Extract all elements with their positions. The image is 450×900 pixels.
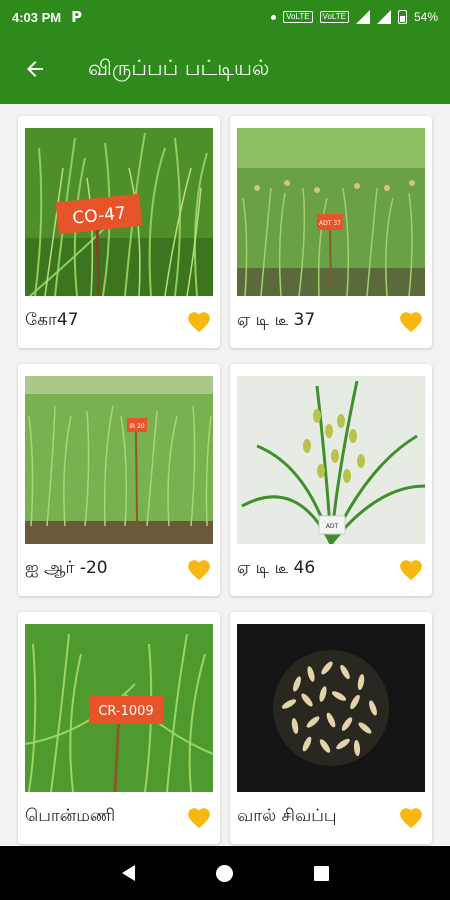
variety-name: ஏ டி டீ 46	[237, 558, 316, 578]
variety-tag-label: IR 20	[129, 423, 145, 430]
variety-name: வால் சிவப்பு	[237, 806, 337, 826]
variety-name: ஏ டி டீ 37	[237, 310, 316, 330]
arrow-left-icon	[27, 61, 43, 77]
paddy-photo: CR-1009	[25, 624, 213, 792]
list-item[interactable]: வால் சிவப்பு	[230, 612, 432, 844]
heart-icon[interactable]	[398, 557, 424, 583]
favorites-grid: CO-47 கோ47 ADT 37 ஏ டி டீ 37 IR 20 ஐ ஆர்…	[0, 104, 450, 846]
status-time: 4:03 PM	[12, 9, 62, 25]
recents-square-icon	[314, 865, 330, 881]
status-icons: VoLTE VoLTE 54%	[271, 10, 438, 24]
heart-icon[interactable]	[398, 805, 424, 831]
grain-photo	[237, 624, 425, 792]
home-circle-icon	[216, 864, 234, 882]
system-nav-bar	[0, 846, 450, 900]
signal-icon-2	[376, 10, 391, 24]
heart-icon[interactable]	[186, 309, 212, 335]
paddy-photo: IR 20	[25, 376, 213, 544]
heart-icon[interactable]	[398, 309, 424, 335]
nav-home-button[interactable]	[205, 853, 245, 893]
signal-icon	[355, 10, 370, 24]
list-item[interactable]: CR-1009 பொன்மணி	[18, 612, 220, 844]
list-item[interactable]: IR 20 ஐ ஆர் -20	[18, 364, 220, 596]
back-triangle-icon	[121, 865, 135, 881]
parking-app-icon: P	[71, 8, 83, 26]
page-title: விருப்பப் பட்டியல்	[88, 55, 270, 80]
heart-icon[interactable]	[186, 557, 212, 583]
variety-tag-label: ADT 37	[319, 220, 341, 227]
heart-icon[interactable]	[186, 805, 212, 831]
variety-tag-label: ADT	[326, 523, 339, 530]
variety-name: ஐ ஆர் -20	[25, 558, 108, 578]
list-item[interactable]: ADT ஏ டி டீ 46	[230, 364, 432, 596]
app-bar: விருப்பப் பட்டியல்	[0, 34, 450, 104]
paddy-photo: CO-47	[25, 128, 213, 296]
list-item[interactable]: CO-47 கோ47	[18, 116, 220, 348]
back-button[interactable]	[0, 34, 70, 104]
variety-name: பொன்மணி	[25, 806, 116, 826]
variety-tag-label: CR-1009	[98, 704, 153, 719]
battery-icon	[397, 10, 407, 24]
volte-icon: VoLTE	[283, 11, 313, 23]
battery-percent: 54%	[413, 10, 438, 24]
volte-icon-2: VoLTE	[319, 11, 349, 23]
status-bar: 4:03 PM P VoLTE VoLTE 54%	[0, 0, 450, 34]
notification-dot-icon	[271, 14, 277, 20]
paddy-photo: ADT 37	[237, 128, 425, 296]
variety-name: கோ47	[25, 310, 79, 330]
nav-back-button[interactable]	[108, 853, 148, 893]
paddy-photo: ADT	[237, 376, 425, 544]
list-item[interactable]: ADT 37 ஏ டி டீ 37	[230, 116, 432, 348]
nav-recents-button[interactable]	[302, 853, 342, 893]
